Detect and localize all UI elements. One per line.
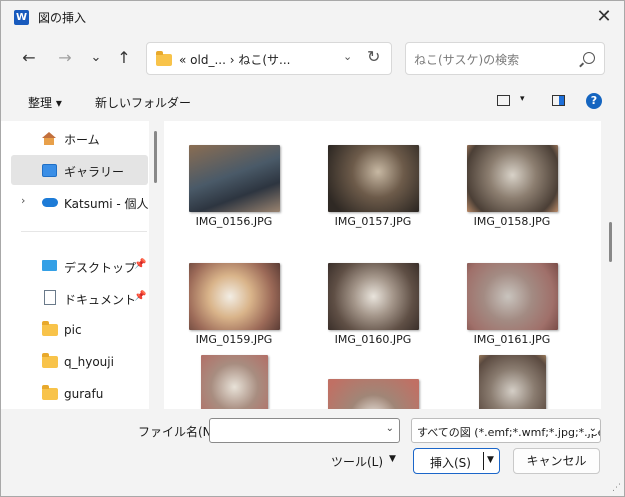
folder-icon bbox=[42, 353, 58, 368]
new-folder-button[interactable]: 新しいフォルダー bbox=[95, 94, 191, 111]
sidebar-item-desktop[interactable]: デスクトップ 📌 bbox=[11, 251, 148, 281]
address-path[interactable]: « old_... › ねこ(サ... bbox=[179, 51, 290, 68]
refresh-icon[interactable]: ↻ bbox=[367, 47, 380, 66]
view-dropdown-icon[interactable]: ▾ bbox=[520, 94, 525, 104]
thumbnail-image[interactable] bbox=[189, 263, 280, 330]
up-button[interactable]: ↑ bbox=[114, 46, 134, 70]
insert-label: 挿入(S) bbox=[430, 456, 471, 470]
sidebar-item-pic[interactable]: pic bbox=[11, 315, 148, 345]
thumbnail-image[interactable] bbox=[467, 145, 558, 212]
address-dropdown-icon[interactable]: ⌄ bbox=[343, 50, 352, 63]
thumbnail-image[interactable] bbox=[189, 145, 280, 212]
file-item[interactable]: IMG_0158.JPG bbox=[442, 121, 562, 241]
sidebar-item-documents[interactable]: ドキュメント 📌 bbox=[11, 283, 148, 313]
sidebar-item-label: ホーム bbox=[64, 133, 100, 147]
sidebar-item-label: Katsumi - 個人用 bbox=[64, 197, 149, 211]
search-box[interactable]: ねこ(サスケ)の検索 bbox=[405, 42, 605, 75]
filename-field[interactable]: ⌄ bbox=[209, 418, 400, 443]
back-button[interactable]: ← bbox=[19, 46, 39, 70]
file-type-select[interactable]: すべての図 (*.emf;*.wmf;*.jpg;*.jpeg;*.png) ⌄ bbox=[411, 418, 601, 443]
content-scrollbar[interactable] bbox=[609, 222, 612, 262]
file-item[interactable]: IMG_0156.JPG bbox=[164, 121, 284, 241]
cloud-icon bbox=[42, 198, 58, 207]
sidebar-item-label: pic bbox=[64, 323, 82, 337]
file-name: IMG_0158.JPG bbox=[473, 215, 551, 228]
file-name: IMG_0156.JPG bbox=[195, 215, 273, 228]
address-bar[interactable]: « old_... › ねこ(サ... ⌄ ↻ bbox=[146, 42, 392, 75]
sidebar-item-onedrive[interactable]: › Katsumi - 個人用 bbox=[1, 187, 149, 217]
thumbnail-image[interactable] bbox=[201, 355, 268, 409]
pin-icon: 📌 bbox=[134, 259, 147, 270]
recent-locations-button[interactable]: ⌄ bbox=[86, 46, 106, 70]
pin-icon: 📌 bbox=[134, 291, 147, 302]
thumbnail-image[interactable] bbox=[467, 263, 558, 330]
split-divider bbox=[483, 452, 484, 470]
document-icon bbox=[44, 290, 56, 305]
file-item[interactable] bbox=[164, 331, 284, 409]
sidebar-item-label: ギャラリー bbox=[64, 165, 125, 179]
sidebar-scrollbar[interactable] bbox=[154, 131, 157, 183]
gallery-icon bbox=[42, 164, 57, 177]
file-list: IMG_0156.JPG IMG_0157.JPG IMG_0158.JPG I… bbox=[164, 121, 601, 409]
close-button[interactable]: ✕ bbox=[592, 5, 616, 29]
thumbnail-image[interactable] bbox=[328, 379, 419, 409]
search-placeholder[interactable]: ねこ(サスケ)の検索 bbox=[414, 51, 519, 68]
folder-icon bbox=[42, 321, 58, 336]
sidebar-item-label: q_hyouji bbox=[64, 355, 114, 369]
resize-grip-icon[interactable]: ⋰ bbox=[612, 483, 621, 493]
chevron-down-icon[interactable]: ⌄ bbox=[386, 423, 394, 434]
divider bbox=[21, 231, 147, 232]
file-item[interactable]: IMG_0157.JPG bbox=[303, 121, 423, 241]
forward-button[interactable]: → bbox=[55, 46, 75, 70]
word-app-icon: W bbox=[14, 10, 29, 25]
view-icon[interactable] bbox=[497, 95, 510, 106]
thumbnail-image[interactable] bbox=[479, 355, 546, 409]
file-type-value[interactable]: すべての図 (*.emf;*.wmf;*.jpg;*.jpeg;*.png) bbox=[417, 424, 600, 440]
organize-button[interactable]: 整理 ▾ bbox=[28, 94, 62, 111]
search-icon bbox=[583, 52, 595, 64]
folder-icon bbox=[42, 385, 58, 400]
sidebar-item-label: gurafu bbox=[64, 387, 104, 401]
tools-button[interactable]: ツール(L) bbox=[331, 453, 383, 470]
desktop-icon bbox=[42, 260, 57, 271]
file-item[interactable] bbox=[442, 331, 562, 409]
insert-button[interactable]: 挿入(S) ▼ bbox=[413, 448, 500, 474]
sidebar-item-label: デスクトップ bbox=[64, 261, 137, 275]
insert-dropdown-icon[interactable]: ▼ bbox=[487, 455, 494, 465]
thumbnail-image[interactable] bbox=[328, 263, 419, 330]
file-item[interactable] bbox=[303, 331, 423, 409]
preview-pane-icon[interactable] bbox=[552, 95, 565, 106]
title-bar: W 図の挿入 ✕ bbox=[1, 1, 624, 33]
sidebar-item-gallery[interactable]: ギャラリー bbox=[11, 155, 148, 185]
sidebar-item-q-hyouji[interactable]: q_hyouji bbox=[11, 347, 148, 377]
tools-dropdown-icon[interactable]: ▼ bbox=[389, 454, 396, 464]
cancel-button[interactable]: キャンセル bbox=[513, 448, 600, 474]
insert-picture-dialog: W 図の挿入 ✕ ← → ⌄ ↑ « old_... › ねこ(サ... ⌄ ↻… bbox=[0, 0, 625, 497]
folder-icon bbox=[156, 51, 172, 66]
chevron-right-icon[interactable]: › bbox=[21, 194, 25, 207]
sidebar-item-home[interactable]: ホーム bbox=[11, 123, 148, 153]
sidebar-item-label: ドキュメント bbox=[64, 293, 137, 307]
navigation-pane: ホーム ギャラリー › Katsumi - 個人用 デスクトップ 📌 ドキュメン… bbox=[1, 121, 149, 409]
file-name: IMG_0157.JPG bbox=[334, 215, 412, 228]
help-icon[interactable]: ? bbox=[586, 93, 602, 109]
command-bar: 整理 ▾ 新しいフォルダー ▾ ? bbox=[1, 88, 624, 116]
chevron-down-icon[interactable]: ⌄ bbox=[586, 423, 597, 434]
thumbnail-image[interactable] bbox=[328, 145, 419, 212]
dialog-footer: ファイル名(N): ⌄ すべての図 (*.emf;*.wmf;*.jpg;*.j… bbox=[1, 409, 624, 496]
dialog-title: 図の挿入 bbox=[38, 11, 87, 25]
sidebar-item-gurafu[interactable]: gurafu bbox=[11, 379, 148, 409]
